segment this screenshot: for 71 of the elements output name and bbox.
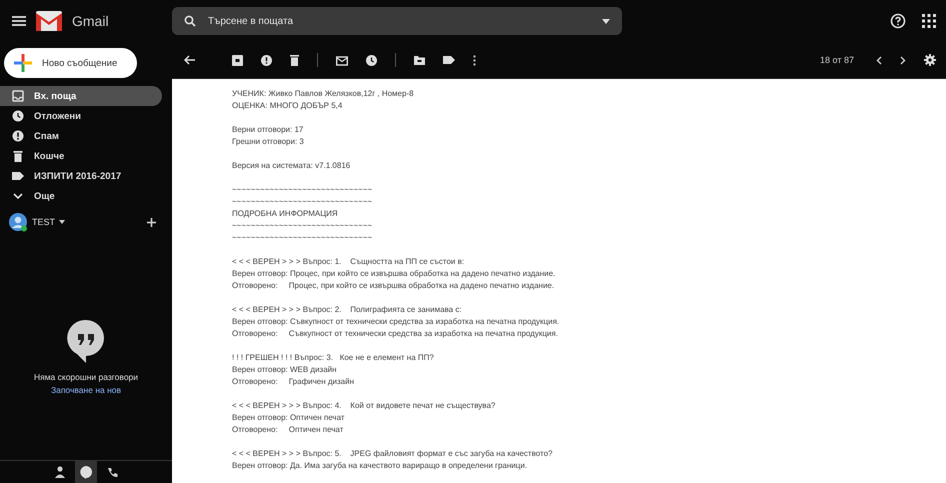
email-text-line: Отговорено: Графичен дизайн — [232, 376, 356, 388]
search-field[interactable]: Търсене в пощата — [206, 14, 592, 28]
empty-message: Няма скорошни разговори — [34, 372, 138, 382]
email-text-line: ~~~~~~~~~~~~~~~~~~~~~~~~~~~~~~ — [232, 184, 374, 196]
email-text-line: < < < ВЕРЕН > > > Въпрос: 1. Същността на ПП се състои в: — [232, 256, 466, 268]
quote-bubble-icon — [67, 319, 105, 363]
chevron-down-icon — [12, 192, 24, 200]
caret-icon[interactable] — [59, 220, 66, 224]
email-text-line: Верен отговор: Да. Има загуба на качеството вариращо в определени граници. — [232, 460, 528, 472]
chevron-right-icon[interactable] — [900, 56, 906, 64]
email-text-line: ~~~~~~~~~~~~~~~~~~~~~~~~~~~~~~ — [232, 196, 374, 208]
email-text-line: ~~~~~~~~~~~~~~~~~~~~~~~~~~~~~~ — [232, 220, 374, 232]
app-name: Gmail — [72, 13, 109, 29]
email-text-line: УЧЕНИК: Живко Павлов Желязков,12г , Номер-8 — [232, 88, 415, 100]
chevron-left-icon[interactable] — [876, 56, 882, 64]
email-text-line: Грешни отговори: 3 — [232, 136, 305, 148]
email-text-line: Верен отговор: Съвкупност от технически средства за изработка на печатна продукция. — [232, 316, 560, 328]
email-text-line: ПОДРОБНА ИНФОРМАЦИЯ — [232, 208, 339, 220]
phone-icon[interactable] — [106, 466, 118, 478]
settings-icon[interactable] — [924, 54, 936, 66]
email-text-line: < < < ВЕРЕН > > > Въпрос: 2. Полиграфията се занимава с: — [232, 304, 463, 316]
sidebar-item[interactable]: ИЗПИТИ 2016-2017 — [0, 166, 162, 186]
search-bar[interactable]: Търсене в пощата — [172, 7, 622, 35]
sidebar-item[interactable]: Отложени — [0, 106, 162, 126]
hangouts-tab[interactable] — [74, 461, 96, 483]
email-text-line: ~~~~~~~~~~~~~~~~~~~~~~~~~~~~~~ — [232, 232, 374, 244]
add-icon[interactable] — [147, 218, 156, 226]
email-text-line: Верен отговор: Процес, при който се извършва обработка на дадено печатно издание. — [232, 268, 556, 280]
email-text-line: Отговорено: Процес, при който се извършва обработка на дадено печатно издание. — [232, 280, 556, 292]
clock-icon — [12, 110, 24, 122]
gmail-logo-icon — [36, 11, 62, 31]
folder-icon[interactable] — [414, 55, 425, 65]
email-text-line: Верни отговори: 17 — [232, 124, 304, 136]
email-text-line: < < < ВЕРЕН > > > Въпрос: 5. JPEG файловият формат е със загуба на качеството? — [232, 448, 554, 460]
account-name[interactable]: TEST — [32, 217, 56, 227]
archive-icon[interactable] — [232, 54, 243, 66]
trash-icon — [12, 150, 24, 162]
compose-button[interactable]: Ново съобщение — [4, 48, 137, 78]
sidebar-item[interactable]: Спам — [0, 126, 162, 146]
sidebar-item[interactable]: Още — [0, 186, 162, 206]
email-text-line: Отговорено: Съвкупност от технически средства за изработка на печатна продукция. — [232, 328, 559, 340]
email-text-line: ОЦЕНКА: МНОГО ДОБЪР 5,4 — [232, 100, 344, 112]
search-icon — [184, 15, 196, 27]
email-text-line: ! ! ! ГРЕШЕН ! ! ! Въпрос: 3. Кое не е елемент на ПП? — [232, 352, 435, 364]
sidebar-item[interactable]: Вх. поща — [0, 86, 162, 106]
inbox-icon — [12, 90, 24, 102]
clock-icon[interactable] — [366, 54, 377, 66]
apps-grid-icon[interactable] — [922, 14, 936, 28]
more-icon[interactable] — [473, 54, 476, 66]
quote-bubble-icon — [80, 466, 92, 478]
plus-icon — [14, 54, 32, 72]
pager-text: 18 от 87 — [820, 55, 854, 65]
back-arrow-icon[interactable] — [184, 55, 196, 65]
spam-icon[interactable] — [261, 54, 272, 66]
label-icon[interactable] — [443, 55, 455, 65]
envelope-icon[interactable] — [336, 54, 348, 66]
sidebar-item[interactable]: Кошче — [0, 146, 162, 166]
person-icon[interactable] — [54, 466, 64, 478]
email-text-line: Верен отговор: WEB дизайн — [232, 364, 338, 376]
email-text-line: Верен отговор: Оптичен печат — [232, 412, 346, 424]
email-text-line: Версия на системата: v7.1.0816 — [232, 160, 352, 172]
label-icon — [12, 171, 24, 181]
help-icon[interactable] — [890, 13, 906, 29]
email-text-line: Отговорено: Оптичен печат — [232, 424, 344, 436]
trash-icon[interactable] — [290, 54, 299, 66]
avatar-icon[interactable] — [8, 212, 28, 232]
caret-icon[interactable] — [602, 18, 610, 24]
menu-icon[interactable] — [12, 15, 26, 27]
spam-icon — [12, 130, 24, 142]
email-text-line: < < < ВЕРЕН > > > Въпрос: 4. Кой от видовете печат не съществува? — [232, 400, 496, 412]
start-new-link[interactable]: Започване на нов — [50, 385, 122, 395]
